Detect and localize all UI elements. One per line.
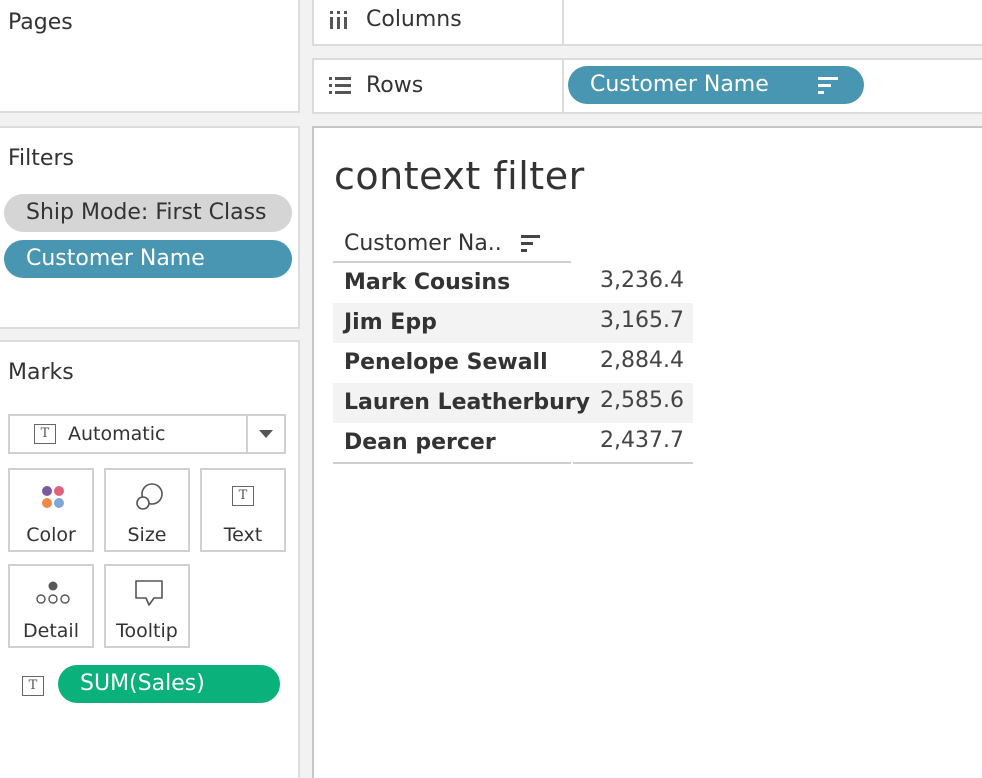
row-sales-value: 2,437.7 bbox=[600, 428, 684, 453]
pages-card: Pages bbox=[0, 0, 300, 113]
view-title: context filter bbox=[334, 154, 585, 198]
table-bottom-border bbox=[333, 462, 693, 464]
sum-sales-pill[interactable]: SUM(Sales) bbox=[58, 665, 280, 703]
chevron-down-icon[interactable] bbox=[246, 416, 284, 452]
mark-type-value: Automatic bbox=[68, 423, 166, 445]
row-sales-value: 3,165.7 bbox=[600, 308, 684, 333]
color-button[interactable]: Color bbox=[8, 468, 94, 552]
header-customer-name: Customer Na.. bbox=[344, 231, 502, 256]
row-sales-value: 2,585.6 bbox=[600, 388, 684, 413]
table-row[interactable]: Jim Epp 3,165.7 bbox=[333, 303, 693, 343]
color-icon bbox=[42, 486, 64, 508]
rows-shelf[interactable]: Rows Customer Name bbox=[312, 58, 982, 114]
table-bottom-gap bbox=[571, 462, 573, 464]
rows-pill-label: Customer Name bbox=[590, 72, 769, 97]
detail-label: Detail bbox=[23, 620, 79, 642]
text-mark-icon: T bbox=[34, 424, 56, 444]
row-customer-name: Jim Epp bbox=[344, 310, 437, 335]
detail-icon bbox=[36, 581, 70, 604]
filter-pill-ship-mode[interactable]: Ship Mode: First Class bbox=[4, 194, 292, 232]
rows-label: Rows bbox=[366, 73, 424, 98]
filters-label: Filters bbox=[8, 146, 74, 171]
table-row[interactable]: Penelope Sewall 2,884.4 bbox=[333, 343, 693, 383]
columns-icon bbox=[330, 11, 347, 29]
size-button[interactable]: Size bbox=[104, 468, 190, 552]
row-customer-name: Mark Cousins bbox=[344, 270, 511, 295]
rows-label-cell: Rows bbox=[314, 60, 564, 112]
marks-label: Marks bbox=[8, 360, 74, 385]
marks-card: Marks T Automatic Color Size T Text Deta… bbox=[0, 340, 300, 778]
table-row[interactable]: Mark Cousins 3,236.4 bbox=[333, 263, 693, 303]
columns-shelf[interactable]: Columns bbox=[312, 0, 982, 46]
rows-icon bbox=[329, 77, 351, 94]
row-customer-name: Dean percer bbox=[344, 430, 496, 455]
row-sales-value: 2,884.4 bbox=[600, 348, 684, 373]
text-button[interactable]: T Text bbox=[200, 468, 286, 552]
size-icon bbox=[136, 483, 163, 510]
filters-card: Filters Ship Mode: First Class Customer … bbox=[0, 126, 300, 329]
table-row[interactable]: Dean percer 2,437.7 bbox=[333, 423, 693, 463]
text-label: Text bbox=[223, 524, 263, 546]
mark-type-dropdown[interactable]: T Automatic bbox=[8, 414, 286, 454]
size-label: Size bbox=[127, 524, 167, 546]
table-header[interactable]: Customer Na.. bbox=[333, 226, 571, 263]
columns-label-cell: Columns bbox=[314, 0, 564, 44]
tooltip-button[interactable]: Tooltip bbox=[104, 564, 190, 648]
color-label: Color bbox=[26, 524, 76, 546]
table-row[interactable]: Lauren Leatherbury 2,585.6 bbox=[333, 383, 693, 423]
pages-label: Pages bbox=[8, 10, 73, 35]
row-customer-name: Penelope Sewall bbox=[344, 350, 548, 375]
columns-label: Columns bbox=[366, 7, 462, 32]
tooltip-icon bbox=[135, 580, 163, 606]
sort-descending-icon[interactable] bbox=[818, 75, 840, 95]
text-encoding-icon: T bbox=[22, 676, 44, 696]
row-customer-name: Lauren Leatherbury bbox=[344, 390, 590, 415]
filter-pill-customer-name[interactable]: Customer Name bbox=[4, 240, 292, 278]
sort-descending-icon[interactable] bbox=[521, 235, 541, 253]
rows-pill-customer-name[interactable]: Customer Name bbox=[568, 66, 864, 104]
detail-button[interactable]: Detail bbox=[8, 564, 94, 648]
tooltip-label: Tooltip bbox=[116, 620, 178, 642]
text-icon: T bbox=[232, 486, 254, 506]
row-sales-value: 3,236.4 bbox=[600, 268, 684, 293]
